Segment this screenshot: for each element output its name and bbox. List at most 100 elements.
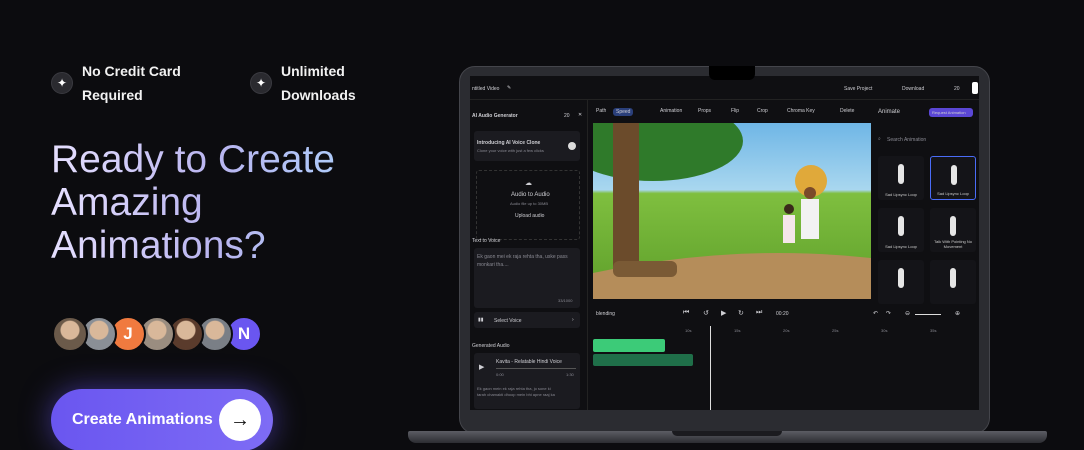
voice-clone-card[interactable]: Introducing AI Voice Clone Clone your vo… [474,131,580,161]
play-icon[interactable] [568,142,576,150]
account-button[interactable] [972,82,978,94]
avatar [52,316,88,352]
toolbar-props[interactable]: Props [698,108,711,114]
scene-illustration [593,123,871,299]
select-voice-button[interactable]: ▮▮ Select Voice › [474,312,580,328]
toolbar-delete[interactable]: Delete [840,108,854,114]
toolbar-crop[interactable]: Crop [757,108,768,114]
perk-unlimited-downloads: ✦ Unlimited Downloads [250,59,401,107]
zoom-out-icon[interactable]: ⊖ [905,310,910,317]
perk-line: Required [82,87,143,103]
current-time: 00:20 [776,311,789,317]
character-figure [898,268,904,288]
undo-icon[interactable]: ↶ [873,310,878,317]
animation-thumbnail[interactable]: Sad Lipsync Loop [930,156,976,200]
save-project-button[interactable]: Save Project [844,86,872,92]
track-name: blending [596,311,615,317]
perk-line: Downloads [281,87,356,103]
panel-title: AI Audio Generator [472,113,518,119]
headline-line: Amazing [51,181,203,224]
animation-thumbnail[interactable] [930,260,976,304]
play-icon[interactable]: ▶ [721,309,726,317]
waveform-icon: ▮▮ [478,317,484,323]
credits-count: 20 [954,86,960,92]
zoom-in-icon[interactable]: ⊕ [955,310,960,317]
character-figure [950,268,956,288]
redo-icon[interactable]: ↷ [886,310,891,317]
animation-thumbnail[interactable]: Sad Lipsync Loop [878,156,924,200]
timeline-tick: 10s [685,328,692,333]
track-title: Kavita - Relatable Hindi Voice [496,359,562,365]
cta-label: Create Animations [72,411,213,428]
animation-thumbnail[interactable]: Talk With Pointing No Movement [930,208,976,252]
zoom-slider[interactable] [915,314,941,315]
perk-label: Unlimited Downloads [281,59,401,107]
time-end: 1:30 [566,372,574,377]
chevron-right-icon: › [572,317,574,323]
toolbar-animation[interactable]: Animation [660,108,682,114]
text-to-voice-input[interactable]: Ek gaon mei ek raja rehta tha, uske pass… [474,248,580,308]
character-figure [950,216,956,236]
perk-line: Unlimited [281,63,345,79]
animation-thumbnail[interactable] [878,260,924,304]
char-counter: 33/1000 [558,298,573,303]
app-screen: ntitled Video ✎ Save Project Download 20… [470,76,979,410]
upload-audio-button[interactable]: Upload audio [515,213,544,219]
timeline-clip[interactable] [593,339,665,352]
animate-title: Animate [878,109,901,115]
request-animation-button[interactable]: Request Animation [929,108,973,117]
text-to-voice-label: Text to Voice [472,238,501,244]
audio-scrubber[interactable] [496,368,576,369]
toolbar-chroma-key[interactable]: Chroma Key [787,108,815,114]
toolbar-speed[interactable]: Speed [613,108,634,116]
search-animation-input[interactable]: Search Animation [887,137,926,143]
select-voice-label: Select Voice [494,318,522,324]
toolbar-flip[interactable]: Flip [731,108,739,114]
request-animation-label: Request Animation [932,110,966,115]
headline-line: Ready to Create [51,138,335,181]
search-icon: ⌕ [878,136,881,142]
animation-label: Sad Lipsync Loop [885,244,917,249]
perk-line: No Credit Card [82,63,181,79]
audio-limit-label: Audio file up to 30MB [510,201,549,206]
rewind-icon[interactable]: ↺ [703,309,709,317]
arrow-right-icon: → [219,399,261,441]
edit-icon[interactable]: ✎ [507,85,511,91]
audio-to-audio-label: Audio to Audio [511,192,550,198]
timeline-tick: 20s [783,328,790,333]
character-figure [898,164,904,184]
play-icon[interactable]: ▶ [479,363,484,371]
close-icon[interactable]: ✕ [578,112,582,118]
generated-audio-label: Generated Audio [472,343,510,349]
create-animations-button[interactable]: Create Animations → [51,389,273,450]
timeline-tick: 30s [881,328,888,333]
canvas-preview [593,123,871,299]
laptop-base-notch [672,431,782,436]
document-title[interactable]: ntitled Video [472,86,499,92]
forward-icon[interactable]: ↻ [738,309,744,317]
text-line: Ek gaon mei ek raja rehta tha, uske pass [477,254,568,260]
timeline-tick: 25s [832,328,839,333]
perk-no-credit-card: ✦ No Credit Card Required [51,59,202,107]
sparkle-icon: ✦ [250,72,272,94]
sparkle-icon: ✦ [51,72,73,94]
generated-text-line: Ek gaon mein ek raja rehta tha, jo sone … [477,386,551,391]
audio-clip[interactable] [593,354,693,366]
download-button[interactable]: Download [902,86,924,92]
text-line: monkari tha.... [477,262,509,268]
animation-thumbnail[interactable]: Sad Lipsync Loop [878,208,924,252]
playhead[interactable] [710,326,711,410]
perk-label: No Credit Card Required [82,59,202,107]
voice-clone-title: Introducing AI Voice Clone [477,140,541,146]
skip-forward-icon[interactable]: ⏭ [756,309,762,317]
character-figure [898,216,904,236]
skip-back-icon[interactable]: ⏮ [683,309,689,317]
audio-upload-zone[interactable]: ☁ Audio to Audio Audio file up to 30MB U… [476,170,580,240]
cloud-upload-icon: ☁ [525,180,532,187]
character-figure [951,165,957,185]
animation-label: Sad Lipsync Loop [885,192,917,197]
timeline: blending ⏮ ↺ ▶ ↻ ⏭ 00:20 ↶ ↷ ⊖ ⊕ 10s 15s 2… [593,308,979,410]
voice-clone-subtitle: Clone your voice with just a few clicks [477,148,544,153]
headline-line: Animations? [51,224,266,267]
toolbar-path[interactable]: Path [596,108,606,114]
